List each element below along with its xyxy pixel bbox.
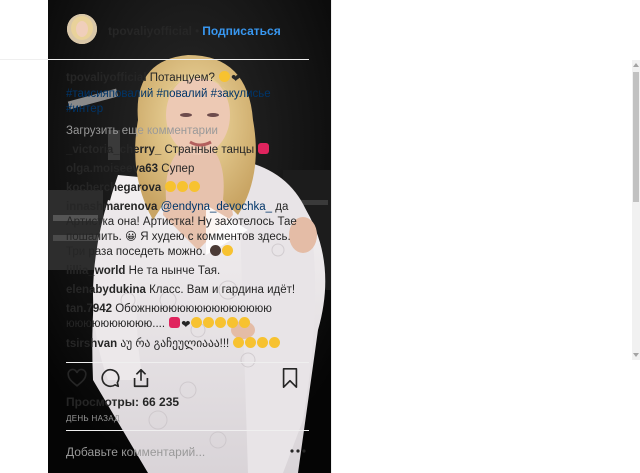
list-item: _victoria_cherry_ Странные танцы bbox=[66, 143, 298, 158]
follow-button[interactable]: Подписаться bbox=[202, 24, 280, 38]
caption: tpovaliyofficial Потанцуем? ❤ #таисияпов… bbox=[66, 60, 298, 117]
pray-emoji-icon bbox=[191, 317, 203, 328]
load-more-comments-button[interactable]: Загрузить еще комментарии bbox=[66, 124, 298, 139]
scroll-down-arrow-icon[interactable] bbox=[633, 353, 639, 357]
comment-text: Супер bbox=[161, 163, 195, 175]
laugh-emoji-icon bbox=[245, 337, 257, 348]
scroll-up-arrow-icon[interactable] bbox=[633, 63, 639, 67]
comment-text: Странные танцы bbox=[164, 144, 255, 156]
caption-text: Потанцуем? bbox=[149, 72, 215, 84]
comments-list: tpovaliyofficial Потанцуем? ❤ #таисияпов… bbox=[66, 60, 298, 360]
laugh-emoji-icon bbox=[257, 337, 269, 348]
caption-username[interactable]: tpovaliyofficial bbox=[66, 72, 147, 84]
sad-face-emoji-icon bbox=[189, 181, 201, 192]
hashtag-link[interactable]: #повалий bbox=[157, 88, 208, 100]
comment-username[interactable]: olga.moiseeva63 bbox=[66, 163, 158, 175]
comment-username[interactable]: elenabydukina bbox=[66, 284, 146, 296]
comments-scrollbar[interactable] bbox=[632, 60, 640, 360]
scroll-thumb[interactable] bbox=[633, 72, 639, 202]
sad-face-emoji-icon bbox=[165, 181, 177, 192]
add-comment-box bbox=[66, 430, 309, 473]
bookmark-icon[interactable] bbox=[280, 367, 300, 389]
list-item: innashmarenova @endyna_devochka_ да Арти… bbox=[66, 200, 298, 260]
comment-text: Класс. Вам и гардина идёт! bbox=[149, 284, 296, 296]
heart-emoji-icon: ❤ bbox=[181, 319, 191, 331]
post-timestamp: ДЕНЬ НАЗАД bbox=[66, 414, 120, 423]
views-count: Просмотры: 66 235 bbox=[66, 395, 180, 409]
dancer-emoji-icon bbox=[258, 143, 270, 154]
comment-username[interactable]: _victoria_cherry_ bbox=[66, 144, 161, 156]
sad-face-emoji-icon bbox=[177, 181, 189, 192]
hashtag-link[interactable]: #таисияповалий bbox=[66, 88, 153, 100]
avatar[interactable] bbox=[67, 14, 97, 44]
share-icon[interactable] bbox=[130, 367, 152, 389]
heart-emoji-icon: ❤ bbox=[231, 73, 241, 85]
monkey-emoji-icon bbox=[209, 245, 221, 256]
list-item: olga.moiseeva63 Супер bbox=[66, 162, 298, 177]
more-icon[interactable] bbox=[290, 449, 306, 453]
comment-username[interactable]: kocherchegarova bbox=[66, 182, 161, 194]
comment-text: Не та нынче Тая. bbox=[128, 265, 221, 277]
post-header: tpovaliyofficial • Подписаться bbox=[0, 0, 309, 60]
mention-link[interactable]: @endyna_devochka_ bbox=[161, 201, 272, 213]
hashtag-link[interactable]: #закулисье bbox=[211, 88, 271, 100]
comment-username[interactable]: tan.7942 bbox=[66, 303, 112, 315]
header-username[interactable]: tpovaliyofficial bbox=[108, 24, 192, 38]
list-item: lillia_world Не та нынче Тая. bbox=[66, 264, 298, 279]
header-separator: • bbox=[195, 24, 200, 38]
comment-icon[interactable] bbox=[99, 367, 121, 389]
header-text: tpovaliyofficial • Подписаться bbox=[108, 24, 281, 38]
scream-emoji-icon bbox=[221, 245, 233, 256]
heart-icon[interactable] bbox=[66, 367, 88, 389]
list-item: tsirshvan აუ რა გაჩეულიააა!!! bbox=[66, 337, 298, 352]
comment-input[interactable] bbox=[66, 443, 266, 461]
list-item: elenabydukina Класс. Вам и гардина идёт! bbox=[66, 283, 298, 298]
comment-username[interactable]: lillia_world bbox=[66, 265, 125, 277]
pray-emoji-icon bbox=[215, 317, 227, 328]
smile-emoji-icon bbox=[219, 71, 231, 82]
kiss-emoji-icon bbox=[169, 317, 181, 328]
pray-emoji-icon bbox=[239, 317, 251, 328]
comment-username[interactable]: tsirshvan bbox=[66, 338, 117, 350]
action-bar bbox=[66, 362, 309, 392]
hashtag-link[interactable]: #интер bbox=[66, 103, 103, 115]
laugh-emoji-icon bbox=[233, 337, 245, 348]
list-item: kocherchegarova bbox=[66, 181, 298, 196]
list-item: tan.7942 Обожнюююююююююююююю юююююююююю.… bbox=[66, 302, 298, 333]
laugh-emoji-icon bbox=[269, 337, 281, 348]
post: tpovaliyofficial • Подписаться tpovaliyoff… bbox=[0, 0, 640, 473]
post-side-panel bbox=[331, 0, 640, 473]
comment-username[interactable]: innashmarenova bbox=[66, 201, 157, 213]
comment-text: აუ რა გაჩეულიააა!!! bbox=[120, 338, 230, 350]
pray-emoji-icon bbox=[227, 317, 239, 328]
pray-emoji-icon bbox=[203, 317, 215, 328]
